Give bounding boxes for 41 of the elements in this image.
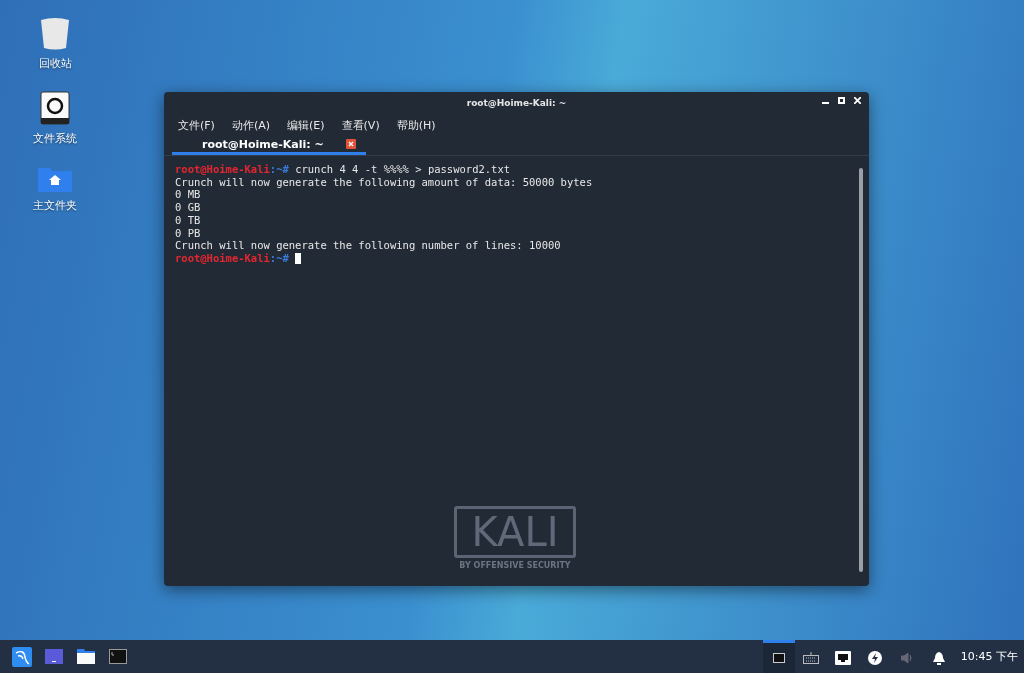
output-line: Crunch will now generate the following amount of data: 50000 bytes	[175, 175, 593, 189]
speaker-icon[interactable]	[900, 652, 913, 664]
prompt-user: root@Hoime-Kali	[175, 251, 270, 265]
dragon-logo-icon[interactable]	[12, 646, 32, 667]
prompt-path: :~#	[269, 251, 289, 265]
lightning-icon[interactable]	[867, 651, 882, 665]
folder-icon[interactable]	[77, 649, 95, 664]
bell-icon[interactable]	[932, 651, 945, 665]
network-icon[interactable]	[834, 651, 851, 665]
logo-text: KALI	[454, 506, 576, 558]
output-line: 0 TB	[175, 213, 201, 227]
menu-item[interactable]: 帮助(H)	[396, 117, 436, 133]
maximize-icon[interactable]	[838, 97, 845, 104]
close-icon[interactable]	[854, 97, 861, 104]
desktop-icon-label[interactable]: 回收站	[38, 56, 72, 71]
tab-label: root@Hoime-Kali: ~	[202, 137, 324, 151]
command-text: crunch 4 4 -t %%%% > password2.txt	[294, 163, 511, 176]
desktop-icon-label[interactable]: 文件系统	[33, 131, 77, 146]
terminal-icon[interactable]	[109, 649, 127, 664]
menu-item[interactable]: 编辑(E)	[287, 117, 325, 133]
drive-icon	[40, 91, 70, 125]
output-line: 0 PB	[175, 226, 201, 240]
scrollbar[interactable]	[859, 168, 863, 572]
clock: 10:45 下午	[960, 649, 1018, 664]
keyboard-icon[interactable]	[802, 652, 819, 664]
logo-subtitle: BY OFFENSIVE SECURITY	[459, 561, 571, 570]
prompt-path: :~#	[269, 163, 289, 176]
window-title: root@Hoime-Kali: ~	[466, 98, 567, 108]
menu-item[interactable]: 查看(V)	[341, 117, 380, 133]
window-icon[interactable]	[772, 653, 785, 663]
output-line: Crunch will now generate the following number of lines: 10000	[175, 239, 561, 252]
output-line: 0 MB	[175, 188, 201, 202]
trash-icon	[39, 16, 71, 50]
menu-item[interactable]: 动作(A)	[231, 117, 271, 133]
prompt-user: root@Hoime-Kali	[175, 163, 270, 176]
home-folder-icon	[38, 166, 72, 192]
desktop-icon-label[interactable]: 主文件夹	[33, 198, 77, 213]
tray-button[interactable]	[762, 640, 795, 673]
menu-item[interactable]: 文件(F)	[178, 117, 215, 133]
terminal-tab[interactable]: root@Hoime-Kali: ~	[172, 136, 366, 155]
output-line: 0 GB	[175, 201, 201, 214]
